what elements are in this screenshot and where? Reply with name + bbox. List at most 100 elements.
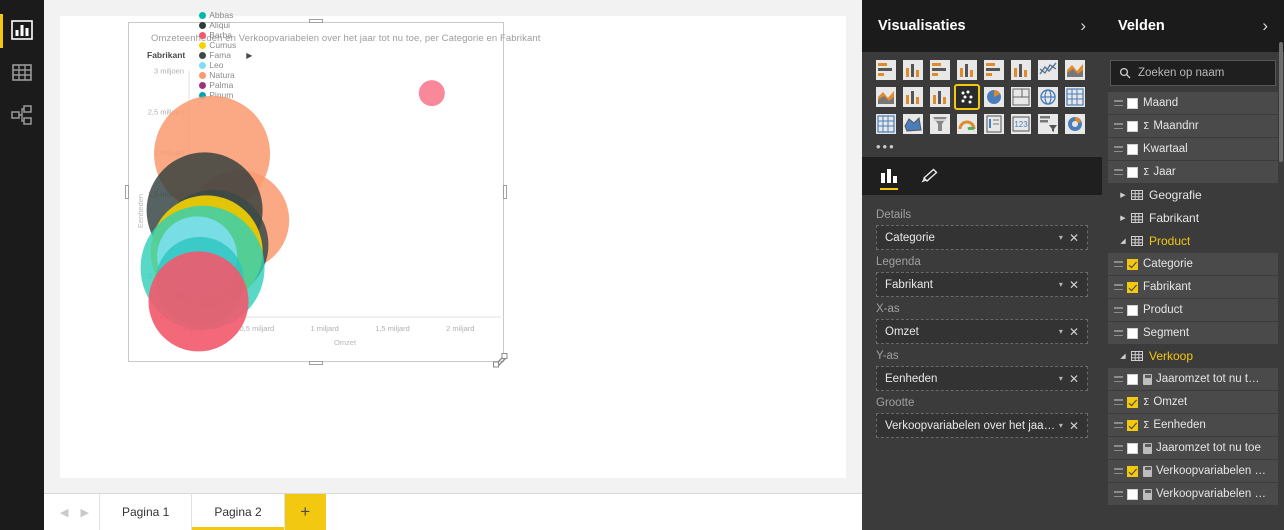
visual-type-clustered-column-chart[interactable] [955, 58, 979, 82]
report-page-surface[interactable]: Omzeteenheden en Verkoopvariabelen over … [60, 10, 846, 478]
chevron-down-icon[interactable]: ▾ [1057, 374, 1069, 383]
visual-type-stacked-area-chart[interactable] [874, 85, 898, 109]
visual-type-line-stacked-column-chart[interactable] [901, 85, 925, 109]
remove-field-icon[interactable]: ✕ [1069, 231, 1083, 245]
field-item-product[interactable]: Product [1108, 299, 1278, 321]
tab-fields[interactable] [880, 157, 898, 195]
drag-handle-icon[interactable] [1114, 468, 1123, 474]
field-checkbox[interactable] [1127, 143, 1138, 155]
expander-closed-icon[interactable]: ▶ [1118, 191, 1128, 199]
remove-field-icon[interactable]: ✕ [1069, 419, 1083, 433]
visual-type-treemap[interactable] [1009, 85, 1033, 109]
visual-type-slicer[interactable] [1036, 112, 1060, 136]
page-tab-bar[interactable]: ◀ ▶ Pagina 1 Pagina 2 + [44, 493, 862, 530]
drag-handle-icon[interactable] [1114, 491, 1123, 497]
field-checkbox[interactable] [1127, 304, 1138, 316]
field-item-segment[interactable]: Segment [1108, 322, 1278, 344]
field-checkbox[interactable] [1127, 97, 1138, 109]
expander-closed-icon[interactable]: ▶ [1118, 214, 1128, 222]
field-item-verkoopvariabelen[interactable]: Verkoopvariabelen … [1108, 483, 1278, 505]
visual-type-stacked-bar-chart[interactable] [874, 58, 898, 82]
visual-type-line-chart[interactable] [1036, 58, 1060, 82]
drag-handle-icon[interactable] [1114, 100, 1123, 106]
field-checkbox[interactable] [1127, 327, 1138, 339]
visual-type-donut-chart[interactable] [1063, 112, 1087, 136]
chevron-down-icon[interactable]: ▾ [1057, 327, 1069, 336]
resize-handle-corner[interactable] [493, 353, 515, 375]
fields-scrollbar[interactable] [1279, 42, 1283, 162]
visual-type-funnel[interactable] [928, 112, 952, 136]
visual-type-scatter-chart[interactable] [954, 84, 980, 110]
field-wells[interactable]: Details Categorie ▾ ✕ Legenda Fabrikant ▾ ✕ X-as… [862, 195, 1102, 438]
visual-type-card[interactable] [982, 112, 1006, 136]
resize-handle-top[interactable] [309, 19, 323, 23]
field-item-eenheden[interactable]: Σ Eenheden [1108, 414, 1278, 436]
field-item-fabrikant[interactable]: Fabrikant [1108, 276, 1278, 298]
well-legenda[interactable]: Fabrikant ▾ ✕ [876, 272, 1088, 297]
drag-handle-icon[interactable] [1114, 261, 1123, 267]
scatter-chart-visual[interactable]: Omzeteenheden en Verkoopvariabelen over … [125, 10, 540, 368]
chevron-right-icon[interactable]: › [1262, 16, 1268, 36]
field-checkbox[interactable] [1127, 488, 1138, 500]
field-item-maand[interactable]: Maand [1108, 92, 1278, 114]
legend-item[interactable]: Barba [199, 30, 236, 40]
drag-handle-icon[interactable] [1114, 422, 1123, 428]
field-checkbox[interactable] [1127, 419, 1138, 431]
field-checkbox[interactable] [1127, 258, 1138, 270]
prev-page-icon[interactable]: ◀ [60, 506, 68, 519]
drag-handle-icon[interactable] [1114, 330, 1123, 336]
field-checkbox[interactable] [1127, 373, 1138, 385]
well-x-as[interactable]: Omzet ▾ ✕ [876, 319, 1088, 344]
field-checkbox[interactable] [1127, 465, 1138, 477]
remove-field-icon[interactable]: ✕ [1069, 278, 1083, 292]
legend-item[interactable]: Fama [199, 50, 236, 60]
chart-bubble[interactable] [148, 251, 249, 352]
drag-handle-icon[interactable] [1114, 376, 1123, 382]
visual-type-line-clustered-column-chart[interactable] [928, 85, 952, 109]
fields-tree[interactable]: Maand Σ Maandnr Kwartaal Σ Jaar ▶ Geografie ▶ Fab… [1102, 92, 1284, 505]
chevron-down-icon[interactable]: ▾ [1057, 233, 1069, 242]
drag-handle-icon[interactable] [1114, 123, 1123, 129]
visual-type-gauge[interactable] [955, 112, 979, 136]
legend-overflow-icon[interactable]: ▶ [246, 51, 252, 60]
well-grootte[interactable]: Verkoopvariabelen over het jaar t… ▾ ✕ [876, 413, 1088, 438]
chart-bubbles[interactable] [140, 80, 445, 352]
more-visuals-icon[interactable]: ••• [874, 139, 1090, 154]
report-canvas-area[interactable]: Omzeteenheden en Verkoopvariabelen over … [44, 0, 862, 493]
search-input[interactable]: Zoeken op naam [1110, 60, 1276, 86]
fields-table-product[interactable]: ◢ Product [1108, 230, 1278, 252]
field-item-jaaromzet-tot-nu-t[interactable]: Jaaromzet tot nu t… [1108, 368, 1278, 390]
visual-type-filled-map[interactable] [901, 112, 925, 136]
well-details[interactable]: Categorie ▾ ✕ [876, 225, 1088, 250]
visual-type-area-chart[interactable] [1063, 58, 1087, 82]
chart-plot-area[interactable]: 0 miljoen0,5 miljoen1 miljoen1,5 miljoen… [129, 61, 505, 361]
rail-item-model-view[interactable] [0, 94, 44, 136]
field-item-verkoopvariabelen[interactable]: Verkoopvariabelen … [1108, 460, 1278, 482]
visual-type-100-stacked-column-chart[interactable] [1009, 58, 1033, 82]
expander-open-icon[interactable]: ◢ [1118, 352, 1128, 360]
field-checkbox[interactable] [1127, 396, 1138, 408]
drag-handle-icon[interactable] [1114, 445, 1123, 451]
chart-bubble[interactable] [418, 80, 445, 107]
legend-item[interactable]: Aliqui [199, 20, 236, 30]
page-tab-pagina-1[interactable]: Pagina 1 [98, 494, 191, 530]
legend-item[interactable]: Abbas [199, 10, 236, 20]
visual-type-map[interactable] [1036, 85, 1060, 109]
chevron-down-icon[interactable]: ▾ [1057, 280, 1069, 289]
page-nav-arrows[interactable]: ◀ ▶ [44, 494, 99, 530]
drag-handle-icon[interactable] [1114, 169, 1123, 175]
well-y-as[interactable]: Eenheden ▾ ✕ [876, 366, 1088, 391]
field-item-omzet[interactable]: Σ Omzet [1108, 391, 1278, 413]
visual-type-stacked-column-chart[interactable] [901, 58, 925, 82]
visual-type-gallery[interactable]: 123 ••• [862, 52, 1102, 157]
drag-handle-icon[interactable] [1114, 307, 1123, 313]
field-item-jaaromzet-tot-nu-toe[interactable]: Jaaromzet tot nu toe [1108, 437, 1278, 459]
rail-item-data-view[interactable] [0, 52, 44, 94]
field-checkbox[interactable] [1127, 166, 1138, 178]
next-page-icon[interactable]: ▶ [80, 506, 88, 519]
field-item-jaar[interactable]: Σ Jaar [1108, 161, 1278, 183]
field-item-categorie[interactable]: Categorie [1108, 253, 1278, 275]
visual-type-pie-chart[interactable] [982, 85, 1006, 109]
legend-item[interactable]: Cumus [199, 40, 236, 50]
expander-open-icon[interactable]: ◢ [1118, 237, 1128, 245]
